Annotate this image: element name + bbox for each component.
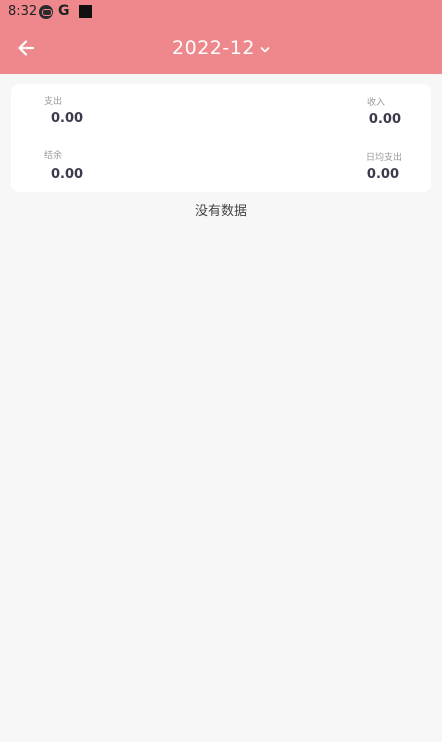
summary-card: 支出 0.00 收入 0.00 结余 0.00 日均支出 0.00 xyxy=(11,84,431,192)
app-header: 8:32 G 2022-12 xyxy=(0,0,442,74)
income-label: 收入 xyxy=(366,98,385,108)
month-title: 2022-12 xyxy=(172,37,255,59)
back-button[interactable] xyxy=(12,34,40,62)
black-square-icon xyxy=(79,5,92,18)
status-time: 8:32 xyxy=(8,4,38,19)
income-value: 0.00 xyxy=(368,112,401,127)
expense-value: 0.00 xyxy=(51,111,84,126)
month-selector[interactable]: 2022-12 xyxy=(172,34,270,62)
balance-label: 结余 xyxy=(44,151,63,161)
chevron-down-icon xyxy=(260,46,270,52)
arrow-left-icon xyxy=(18,40,35,56)
daily-average-value: 0.00 xyxy=(366,167,399,182)
status-bar: 8:32 G xyxy=(0,0,442,24)
expense-label: 支出 xyxy=(44,97,63,107)
month-selector-row: 2022-12 xyxy=(0,34,442,62)
app-notification-icon xyxy=(39,5,53,19)
balance-value: 0.00 xyxy=(51,167,84,182)
google-icon: G xyxy=(58,3,70,19)
daily-average-label: 日均支出 xyxy=(365,153,402,163)
empty-state-message: 没有数据 xyxy=(194,204,247,219)
